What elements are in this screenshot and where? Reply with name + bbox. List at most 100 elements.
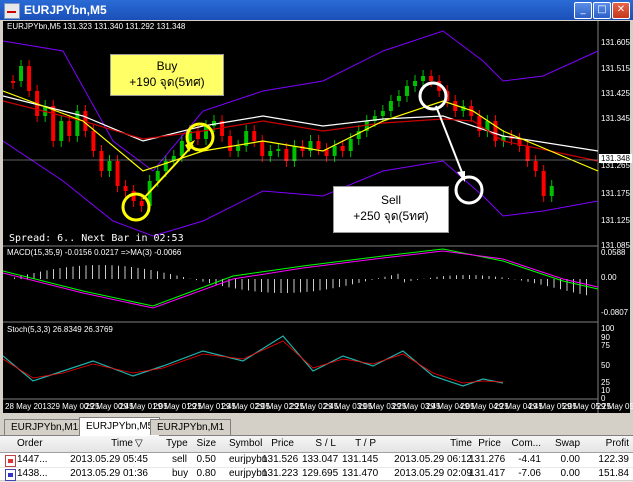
col-time[interactable]: Time xyxy=(80,437,133,451)
buy-callout-title: Buy xyxy=(156,59,178,73)
candle-body xyxy=(115,161,120,186)
col-close-price[interactable]: Price xyxy=(475,437,501,451)
cell-close-price: 131.417 xyxy=(469,468,506,479)
candle-body xyxy=(404,86,409,96)
table-row[interactable]: 1447... 2013.05.29 05:45 sell 0.50 eurjp… xyxy=(0,453,633,468)
minimize-button[interactable]: _ xyxy=(574,2,592,19)
window-title: EURJPYbn,M5 xyxy=(24,3,107,17)
macd-label: MACD(15,35,9) -0.0156 0.0217 =>MA(3) -0.… xyxy=(7,248,182,257)
chart-tabs: EURJPYbn,M15 EURJPYbn,M5 EURJPYbn,M1 xyxy=(0,417,633,436)
stoch-tick-label: 75 xyxy=(601,341,610,350)
col-close-time[interactable]: Time xyxy=(430,437,472,451)
col-symbol[interactable]: Symbol xyxy=(229,437,262,451)
macd-tick-label: 0.00 xyxy=(601,273,617,282)
price-tick-label: 131.345 xyxy=(601,114,630,123)
sell-order-icon xyxy=(5,455,16,467)
stoch-label: Stoch(5,3,3) 26.8349 26.3769 xyxy=(7,325,113,334)
main-chart-label: EURJPYbn,M5 131.323 131.340 131.292 131.… xyxy=(7,22,186,31)
sell-arrow xyxy=(435,105,464,176)
time-tick-label: 28 May 2013 xyxy=(5,402,52,411)
sell-callout: Sell +250 จุด(5ทศ) xyxy=(333,186,449,233)
col-size[interactable]: Size xyxy=(194,437,216,451)
cell-profit: 122.39 xyxy=(598,454,629,465)
col-swap[interactable]: Swap xyxy=(552,437,580,451)
chart-area[interactable]: EURJPYbn,M5 131.323 131.340 131.292 131.… xyxy=(3,21,633,413)
candle-body xyxy=(316,141,321,149)
candlesticks xyxy=(11,60,554,212)
cell-time: 2013.05.29 01:36 xyxy=(70,468,148,479)
cell-order: 1438... xyxy=(17,468,48,479)
candle-body xyxy=(67,121,72,136)
window-titlebar: EURJPYbn,M5 _ □ ✕ xyxy=(0,0,633,20)
col-price[interactable]: Price xyxy=(266,437,294,451)
maximize-button[interactable]: □ xyxy=(593,2,611,19)
time-tick-label: 29 May 05:45 xyxy=(596,402,633,411)
cell-commission: -7.06 xyxy=(518,468,541,479)
trade-history-table: Order Time ▽ Type Size Symbol Price S / … xyxy=(0,436,633,482)
stoch-main-line xyxy=(3,335,504,387)
spread-countdown: Spread: 6.. Next Bar in 02:53 xyxy=(9,233,184,244)
macd-tick-label: 0.0588 xyxy=(601,248,626,257)
candle-body xyxy=(525,146,530,161)
col-order[interactable]: Order xyxy=(17,437,43,451)
sell-entry-circle xyxy=(418,81,448,111)
sell-exit-circle xyxy=(454,175,484,205)
cell-price: 131.526 xyxy=(262,454,299,465)
candle-body xyxy=(284,149,289,161)
candle-body xyxy=(396,96,401,101)
price-tick-label: 131.125 xyxy=(601,216,630,225)
candle-body xyxy=(155,171,160,181)
cell-commission: -4.41 xyxy=(518,454,541,465)
candle-body xyxy=(429,76,434,81)
candle-body xyxy=(27,66,32,91)
buy-callout-points: +190 จุด(5ทศ) xyxy=(129,75,205,89)
tab-eurjpybn-m5[interactable]: EURJPYbn,M5 xyxy=(79,417,161,436)
close-button[interactable]: ✕ xyxy=(612,2,630,19)
candle-body xyxy=(139,201,144,206)
cell-order: 1447... xyxy=(17,454,48,465)
cell-size: 0.50 xyxy=(196,454,216,465)
candle-body xyxy=(268,151,273,156)
table-header: Order Time ▽ Type Size Symbol Price S / … xyxy=(0,436,633,453)
price-tick-label: 131.515 xyxy=(601,64,630,73)
cell-tp: 131.470 xyxy=(342,468,379,479)
chart-window-icon xyxy=(4,3,20,19)
stoch-tick-label: 100 xyxy=(601,324,615,333)
price-tick-label: 131.605 xyxy=(601,38,630,47)
candle-body xyxy=(236,146,241,151)
bollinger-lower-line xyxy=(3,140,599,237)
candle-body xyxy=(292,146,297,161)
candle-body xyxy=(228,136,233,151)
candle-body xyxy=(549,186,554,196)
candle-body xyxy=(421,76,426,81)
candle-body xyxy=(260,141,265,156)
candle-body xyxy=(252,131,257,141)
candle-body xyxy=(51,106,56,141)
buy-callout: Buy +190 จุด(5ทศ) xyxy=(110,54,224,96)
col-commission[interactable]: Com... xyxy=(505,437,541,451)
candle-body xyxy=(179,141,184,156)
buy-order-icon xyxy=(5,469,16,481)
price-tick-label: 131.175 xyxy=(601,189,630,198)
col-sl[interactable]: S / L xyxy=(310,437,336,451)
col-tp[interactable]: T / P xyxy=(350,437,376,451)
sort-icon: ▽ xyxy=(135,438,143,449)
candle-body xyxy=(91,131,96,151)
col-type[interactable]: Type xyxy=(166,437,188,451)
candle-body xyxy=(59,121,64,141)
candle-body xyxy=(99,151,104,171)
col-profit[interactable]: Profit xyxy=(595,437,629,451)
candle-body xyxy=(19,66,24,81)
cell-close-price: 131.276 xyxy=(469,454,506,465)
sell-callout-title: Sell xyxy=(380,193,401,207)
tab-eurjpybn-m15[interactable]: EURJPYbn,M15 xyxy=(4,419,91,435)
tab-eurjpybn-m1[interactable]: EURJPYbn,M1 xyxy=(150,419,232,435)
stoch-signal-line xyxy=(3,340,504,384)
cell-size: 0.80 xyxy=(196,468,216,479)
price-chart-canvas[interactable] xyxy=(3,21,630,413)
cell-swap: 0.00 xyxy=(560,454,580,465)
candle-body xyxy=(380,111,385,116)
cell-sl: 129.695 xyxy=(302,468,339,479)
candle-body xyxy=(123,186,128,191)
cell-time: 2013.05.29 05:45 xyxy=(70,454,148,465)
